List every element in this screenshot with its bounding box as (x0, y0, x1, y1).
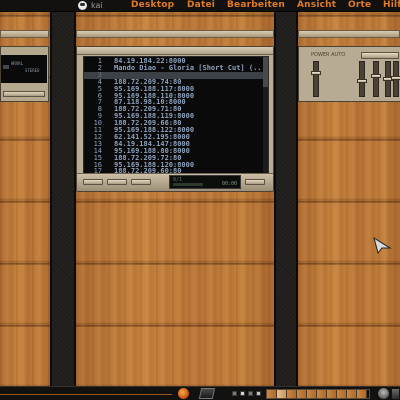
top-panel: kai Desktop Datei Bearbeiten Ansicht Ort… (0, 0, 400, 12)
mini-player-label: STEREO (25, 68, 40, 73)
terminal-icon[interactable] (198, 388, 216, 399)
playlist-controls: 0/1 00:00 (77, 173, 273, 191)
mouse-cursor-icon (373, 236, 392, 254)
playlist-time-text: 00:00 (221, 181, 237, 187)
equalizer-label: POWER AUTO (311, 52, 346, 58)
menu-hilfe[interactable]: Hilfe (383, 0, 400, 11)
remove-button[interactable] (107, 179, 127, 185)
equalizer-slider-knob[interactable] (357, 78, 367, 83)
equalizer-slider[interactable] (371, 61, 381, 97)
equalizer-slider-knob[interactable] (311, 71, 321, 75)
wood-brace (0, 30, 49, 38)
mini-player-indicator (3, 65, 9, 69)
workspace-1[interactable] (267, 390, 277, 398)
panel-accent-line (0, 394, 172, 395)
equalizer-preset-bar[interactable] (361, 52, 399, 59)
trash-icon[interactable] (378, 388, 389, 399)
playlist-progress-bar[interactable] (173, 183, 203, 186)
window-list-item[interactable] (240, 391, 245, 396)
equalizer-window[interactable]: POWER AUTO (298, 46, 400, 102)
window-list-item[interactable] (248, 391, 253, 396)
menu-ansicht[interactable]: Ansicht (297, 0, 336, 11)
workspace-4[interactable] (297, 390, 307, 398)
menu-bearbeiten[interactable]: Bearbeiten (227, 0, 285, 11)
equalizer-slider[interactable] (311, 61, 321, 97)
wood-brace (298, 30, 400, 38)
window-list-item[interactable] (232, 391, 237, 396)
workspace-9[interactable] (347, 390, 357, 398)
menu-orte[interactable]: Orte (348, 0, 371, 11)
workspace-8[interactable] (337, 390, 347, 398)
equalizer-slider[interactable] (391, 61, 400, 97)
window-list-item[interactable] (256, 391, 261, 396)
column-separator (50, 12, 76, 386)
playlist-list[interactable]: 1 84.19.184.22:8000 2 Mando Diao - Gloria [… (83, 56, 269, 174)
menu-datei[interactable]: Datei (187, 0, 215, 11)
mini-player-label: HRVRL (11, 61, 24, 66)
workspace-3[interactable] (287, 390, 297, 398)
playlist-scroll-thumb[interactable] (263, 57, 268, 87)
mini-player-display: HRVRL STEREO (1, 55, 47, 83)
workspace-6[interactable] (317, 390, 327, 398)
equalizer-slider[interactable] (357, 61, 367, 97)
add-button[interactable] (83, 179, 103, 185)
playlist-scrollbar[interactable] (263, 57, 268, 173)
list-options-button[interactable] (245, 179, 265, 185)
workspace-5[interactable] (307, 390, 317, 398)
workspace-7[interactable] (327, 390, 337, 398)
user-icon[interactable] (78, 1, 87, 10)
menu-desktop[interactable]: Desktop (131, 0, 174, 11)
select-button[interactable] (131, 179, 151, 185)
panel-handle[interactable] (392, 389, 399, 399)
equalizer-slider-knob[interactable] (391, 75, 400, 80)
mini-player-window[interactable]: HRVRL STEREO (0, 46, 49, 102)
column-separator (274, 12, 298, 386)
equalizer-slider-knob[interactable] (371, 74, 381, 78)
playlist-titlebar[interactable] (77, 47, 273, 55)
firefox-icon[interactable] (178, 388, 189, 399)
playlist-mini-display: 0/1 00:00 (169, 175, 241, 189)
bottom-panel (0, 386, 400, 400)
mini-player-seekbar[interactable] (3, 91, 45, 97)
workspace-2[interactable] (277, 390, 287, 398)
workspace-10[interactable] (357, 390, 367, 398)
user-name[interactable]: kai (91, 0, 103, 11)
workspace-pager[interactable] (266, 389, 370, 399)
wood-brace (76, 30, 274, 38)
playlist-window[interactable]: 1 84.19.184.22:8000 2 Mando Diao - Gloria [… (76, 46, 274, 192)
